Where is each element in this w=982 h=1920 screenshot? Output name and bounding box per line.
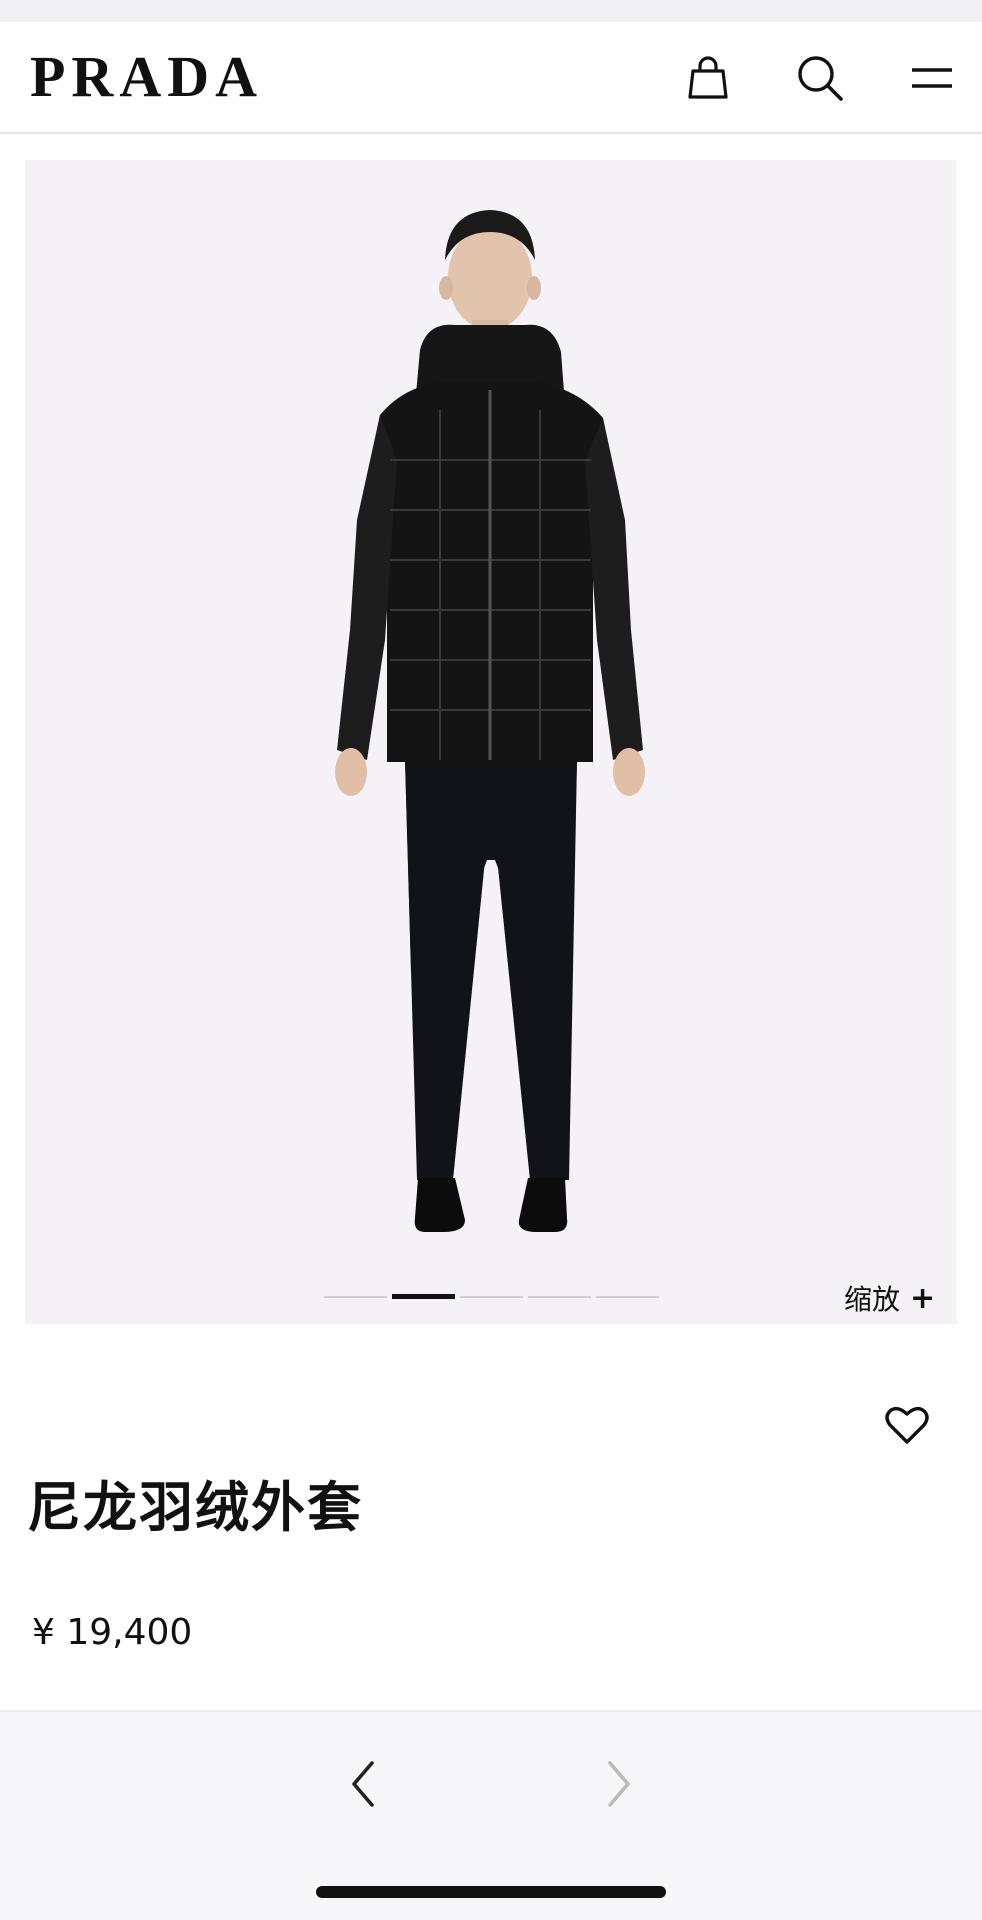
- status-bar: [0, 0, 982, 22]
- search-button[interactable]: [792, 50, 848, 106]
- shopping-bag-icon: [688, 56, 728, 99]
- prada-logo[interactable]: PRADA: [30, 48, 263, 106]
- back-button[interactable]: [334, 1754, 394, 1814]
- menu-button[interactable]: [902, 50, 958, 106]
- home-indicator[interactable]: [316, 1886, 666, 1898]
- chevron-right-icon: [608, 1761, 630, 1807]
- carousel-dot-5[interactable]: [596, 1296, 659, 1298]
- zoom-button[interactable]: 缩放 +: [844, 1278, 935, 1318]
- wishlist-button[interactable]: [880, 1398, 934, 1452]
- zoom-label: 缩放: [844, 1283, 901, 1316]
- carousel-dot-1[interactable]: [324, 1296, 387, 1298]
- site-header: PRADA: [0, 22, 982, 134]
- product-image-gallery[interactable]: 缩放 +: [25, 160, 957, 1324]
- chevron-left-icon: [352, 1761, 374, 1807]
- search-icon: [798, 56, 843, 101]
- carousel-dot-3[interactable]: [460, 1296, 523, 1298]
- carousel-dot-2[interactable]: [392, 1294, 455, 1299]
- carousel-indicator: [324, 1294, 659, 1299]
- product-photo: [25, 160, 957, 1324]
- heart-icon: [885, 1406, 929, 1444]
- shopping-bag-button[interactable]: [680, 50, 736, 106]
- menu-icon: [912, 68, 952, 88]
- carousel-dot-4[interactable]: [528, 1296, 591, 1298]
- product-price: ¥ 19,400: [32, 1612, 193, 1653]
- forward-button[interactable]: [588, 1754, 648, 1814]
- plus-icon: +: [910, 1280, 936, 1316]
- product-title: 尼龙羽绒外套: [27, 1476, 363, 1539]
